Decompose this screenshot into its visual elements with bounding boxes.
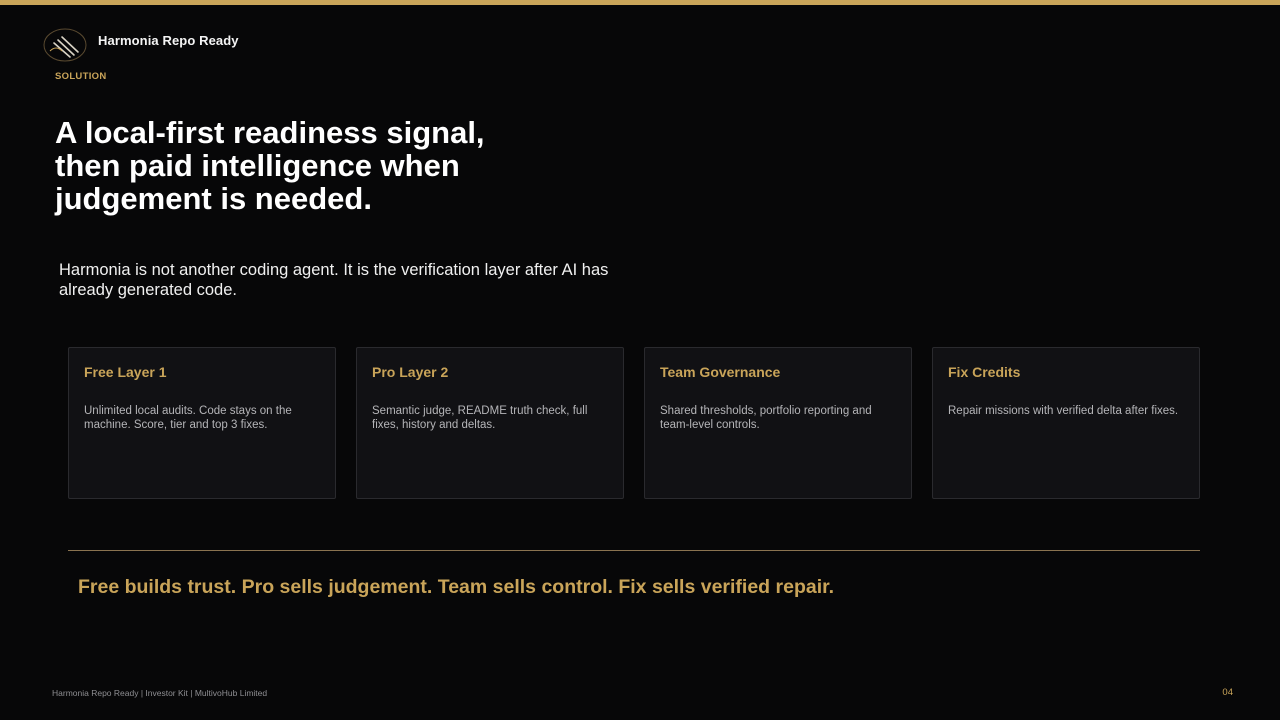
card-body: Unlimited local audits. Code stays on th… [84, 405, 292, 431]
footer-text: Harmonia Repo Ready | Investor Kit | Mul… [52, 688, 268, 698]
harmonia-lines-logo-icon [43, 28, 87, 62]
card-free-layer: Free Layer 1 Unlimited local audits. Cod… [68, 347, 336, 499]
card-fix-credits: Fix Credits Repair missions with verifie… [932, 347, 1200, 499]
card-title: Team Governance [660, 364, 781, 380]
tagline: Free builds trust. Pro sells judgement. … [78, 576, 835, 598]
card-title: Pro Layer 2 [372, 364, 449, 380]
top-accent-bar [0, 0, 1280, 5]
card-title: Fix Credits [948, 364, 1021, 380]
card-body: Repair missions with verified delta afte… [948, 405, 1179, 417]
offer-cards: Free Layer 1 Unlimited local audits. Cod… [68, 347, 1200, 499]
card-team-governance: Team Governance Shared thresholds, portf… [644, 347, 912, 499]
intro-text: Harmonia is not another coding agent. It… [59, 261, 609, 299]
card-pro-layer: Pro Layer 2 Semantic judge, README truth… [356, 347, 624, 499]
page-number: 04 [1222, 687, 1233, 698]
brand-name: Harmonia Repo Ready [98, 33, 239, 48]
card-body: Semantic judge, README truth check, full… [372, 405, 588, 431]
card-title: Free Layer 1 [84, 364, 167, 380]
slide: Harmonia Repo Ready SOLUTION A local-fir… [0, 0, 1280, 720]
page-title: A local-first readiness signal, then pai… [55, 115, 485, 216]
section-eyebrow: SOLUTION [55, 71, 107, 82]
divider [68, 550, 1200, 551]
card-body: Shared thresholds, portfolio reporting a… [660, 405, 872, 431]
